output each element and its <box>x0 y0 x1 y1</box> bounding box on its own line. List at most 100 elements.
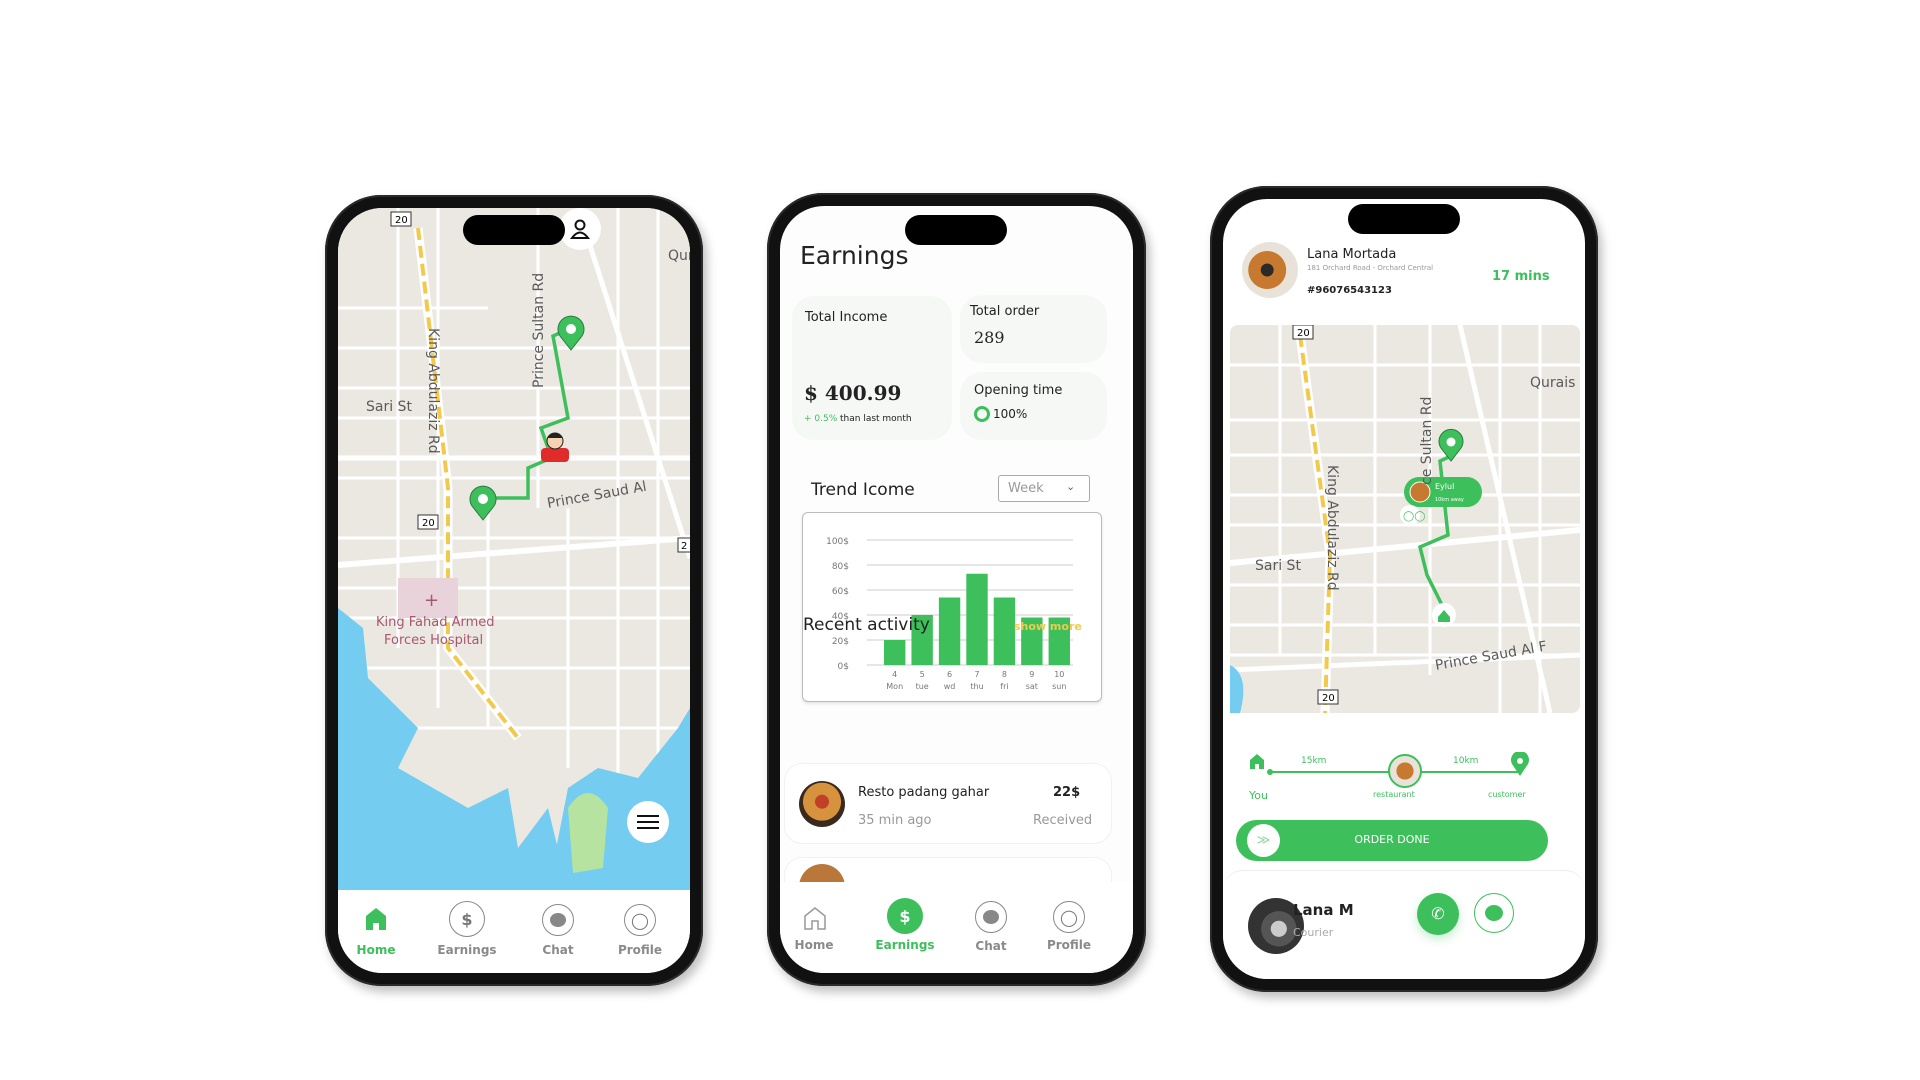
activity-name: Resto padang gahar <box>858 785 990 800</box>
profile-icon: ◯ <box>624 904 656 936</box>
order-done-slider[interactable]: ≫ ORDER DONE <box>1236 820 1548 861</box>
courier-bubble: Eylul 10km away <box>1404 477 1482 507</box>
route-shield: 20 <box>390 211 412 227</box>
y-tick-label: 80$ <box>832 562 849 572</box>
restaurant-avatar <box>799 781 845 827</box>
total-order-card: Total order 289 <box>960 295 1107 363</box>
order-done-label: ORDER DONE <box>1354 833 1430 846</box>
x-tick-weekday: thu <box>970 682 983 691</box>
svg-text:20: 20 <box>1297 328 1310 339</box>
order-count: 289 <box>974 328 1005 347</box>
step-label: customer <box>1488 790 1526 799</box>
x-tick-day: 7 <box>974 670 979 679</box>
restaurant-avatar <box>1388 754 1422 788</box>
svg-text:Sari St: Sari St <box>366 399 412 415</box>
profile-button[interactable] <box>559 208 601 250</box>
x-tick-day: 8 <box>1002 670 1007 679</box>
customer-address: 181 Orchard Road - Orchard Central <box>1307 264 1434 272</box>
svg-text:King Abdulaziz Rd: King Abdulaziz Rd <box>1324 465 1340 591</box>
svg-text:20: 20 <box>1322 693 1335 704</box>
nav-label: Profile <box>617 943 663 957</box>
ring-icon <box>974 406 990 422</box>
dynamic-island <box>905 215 1007 245</box>
trend-chart: 0$ 20$ 40$ 60$ 80$ 100$ 4 Mon 5 tue 6 wd 7 thu 8 fri 9 sa… <box>802 512 1102 702</box>
x-tick-day: 9 <box>1029 670 1034 679</box>
nav-label: Earnings <box>875 938 935 952</box>
user-icon <box>570 219 590 239</box>
home-icon <box>366 908 386 930</box>
activity-item[interactable]: Resto padang gahar 35 min ago 22$ Receiv… <box>784 763 1112 844</box>
opening-time-card: Opening time 100% <box>960 372 1107 440</box>
activity-time: 35 min ago <box>858 813 932 828</box>
dynamic-island <box>1348 204 1460 234</box>
bottom-nav: Home $ Earnings Chat ◯ Profile <box>780 882 1133 973</box>
home-screen: Sari St King Abdulaziz Rd Prince Sultan … <box>338 208 690 973</box>
dynamic-island <box>463 215 565 245</box>
y-tick-label: 0$ <box>838 662 849 672</box>
nav-label: Profile <box>1046 938 1092 952</box>
messenger-icon <box>975 901 1007 933</box>
route-shield: 2 <box>677 537 690 553</box>
opening-value: 100% <box>993 407 1028 421</box>
messenger-icon <box>542 904 574 936</box>
card-label: Total order <box>970 304 1040 319</box>
bar <box>993 597 1016 665</box>
phone-earnings: Earnings Total Income $ 400.99 + 0.5% th… <box>767 193 1146 986</box>
show-more-link[interactable]: show more <box>1014 620 1082 633</box>
nav-label: Chat <box>975 939 1007 953</box>
svg-text:Qura: Qura <box>668 248 690 264</box>
bar <box>938 597 961 665</box>
earnings-screen: Earnings Total Income $ 400.99 + 0.5% th… <box>780 206 1133 973</box>
card-label: Opening time <box>974 383 1063 398</box>
svg-text:Qurais: Qurais <box>1530 375 1575 391</box>
phone-icon: ✆ <box>1431 904 1445 923</box>
svg-text:ce Sultan Rd: ce Sultan Rd <box>1419 397 1435 485</box>
x-tick-day: 5 <box>920 670 925 679</box>
x-tick-weekday: tue <box>916 682 929 691</box>
bottom-nav: Home $ Earnings Chat ◯ Profile <box>338 890 690 973</box>
income-change: + 0.5% <box>804 414 838 424</box>
x-tick-weekday: sat <box>1026 682 1038 691</box>
x-tick-day: 6 <box>947 670 952 679</box>
svg-text:Prince Sultan Rd: Prince Sultan Rd <box>531 273 547 388</box>
order-screen: Lana Mortada 181 Orchard Road - Orchard … <box>1223 199 1585 979</box>
map[interactable]: Sari St King Abdulaziz Rd Prince Sultan … <box>338 208 690 890</box>
home-icon <box>804 907 826 930</box>
activity-status: Received <box>1033 813 1093 828</box>
nav-label: Home <box>356 943 396 957</box>
menu-button[interactable] <box>627 801 669 843</box>
route-shield: 20 <box>417 514 439 530</box>
y-tick-label: 100$ <box>826 537 849 547</box>
x-tick-weekday: sun <box>1052 682 1066 691</box>
phone-order: Lana Mortada 181 Orchard Road - Orchard … <box>1210 186 1598 992</box>
call-button[interactable]: ✆ <box>1417 893 1459 935</box>
svg-text:Sari St: Sari St <box>1255 558 1301 574</box>
phone-home: Sari St King Abdulaziz Rd Prince Sultan … <box>325 195 703 986</box>
x-tick-weekday: Mon <box>886 682 903 691</box>
recent-activity-title: Recent activity <box>803 615 930 635</box>
svg-text:10km away: 10km away <box>1435 497 1464 503</box>
svg-text:20: 20 <box>395 215 408 226</box>
x-tick-weekday: wd <box>944 682 956 691</box>
nav-label: Chat <box>542 943 574 957</box>
route-shield: 20 <box>1317 689 1339 705</box>
dollar-icon: $ <box>449 901 485 937</box>
pin-icon <box>1511 752 1529 776</box>
svg-text:20: 20 <box>422 518 435 529</box>
y-tick-label: 60$ <box>832 587 849 597</box>
x-tick-weekday: fri <box>1000 682 1008 691</box>
x-tick-day: 10 <box>1054 670 1064 679</box>
income-change-suffix: than last month <box>840 414 912 424</box>
svg-text:King Fahad Armed: King Fahad Armed <box>376 615 495 630</box>
home-icon <box>1250 754 1264 769</box>
profile-icon: ◯ <box>1053 901 1085 933</box>
map[interactable]: Eylul 10km away ◯◯ Sari St King Abdulaziz… <box>1230 325 1580 713</box>
message-button[interactable] <box>1474 893 1514 933</box>
order-id: #96076543123 <box>1307 285 1392 296</box>
courier-name: Lana M <box>1293 901 1354 919</box>
svg-text:2: 2 <box>681 541 687 552</box>
trend-title: Trend Icome <box>811 480 915 500</box>
customer-name: Lana Mortada <box>1307 247 1397 262</box>
bar <box>884 640 906 665</box>
period-dropdown[interactable]: Week ⌄ <box>998 475 1090 502</box>
